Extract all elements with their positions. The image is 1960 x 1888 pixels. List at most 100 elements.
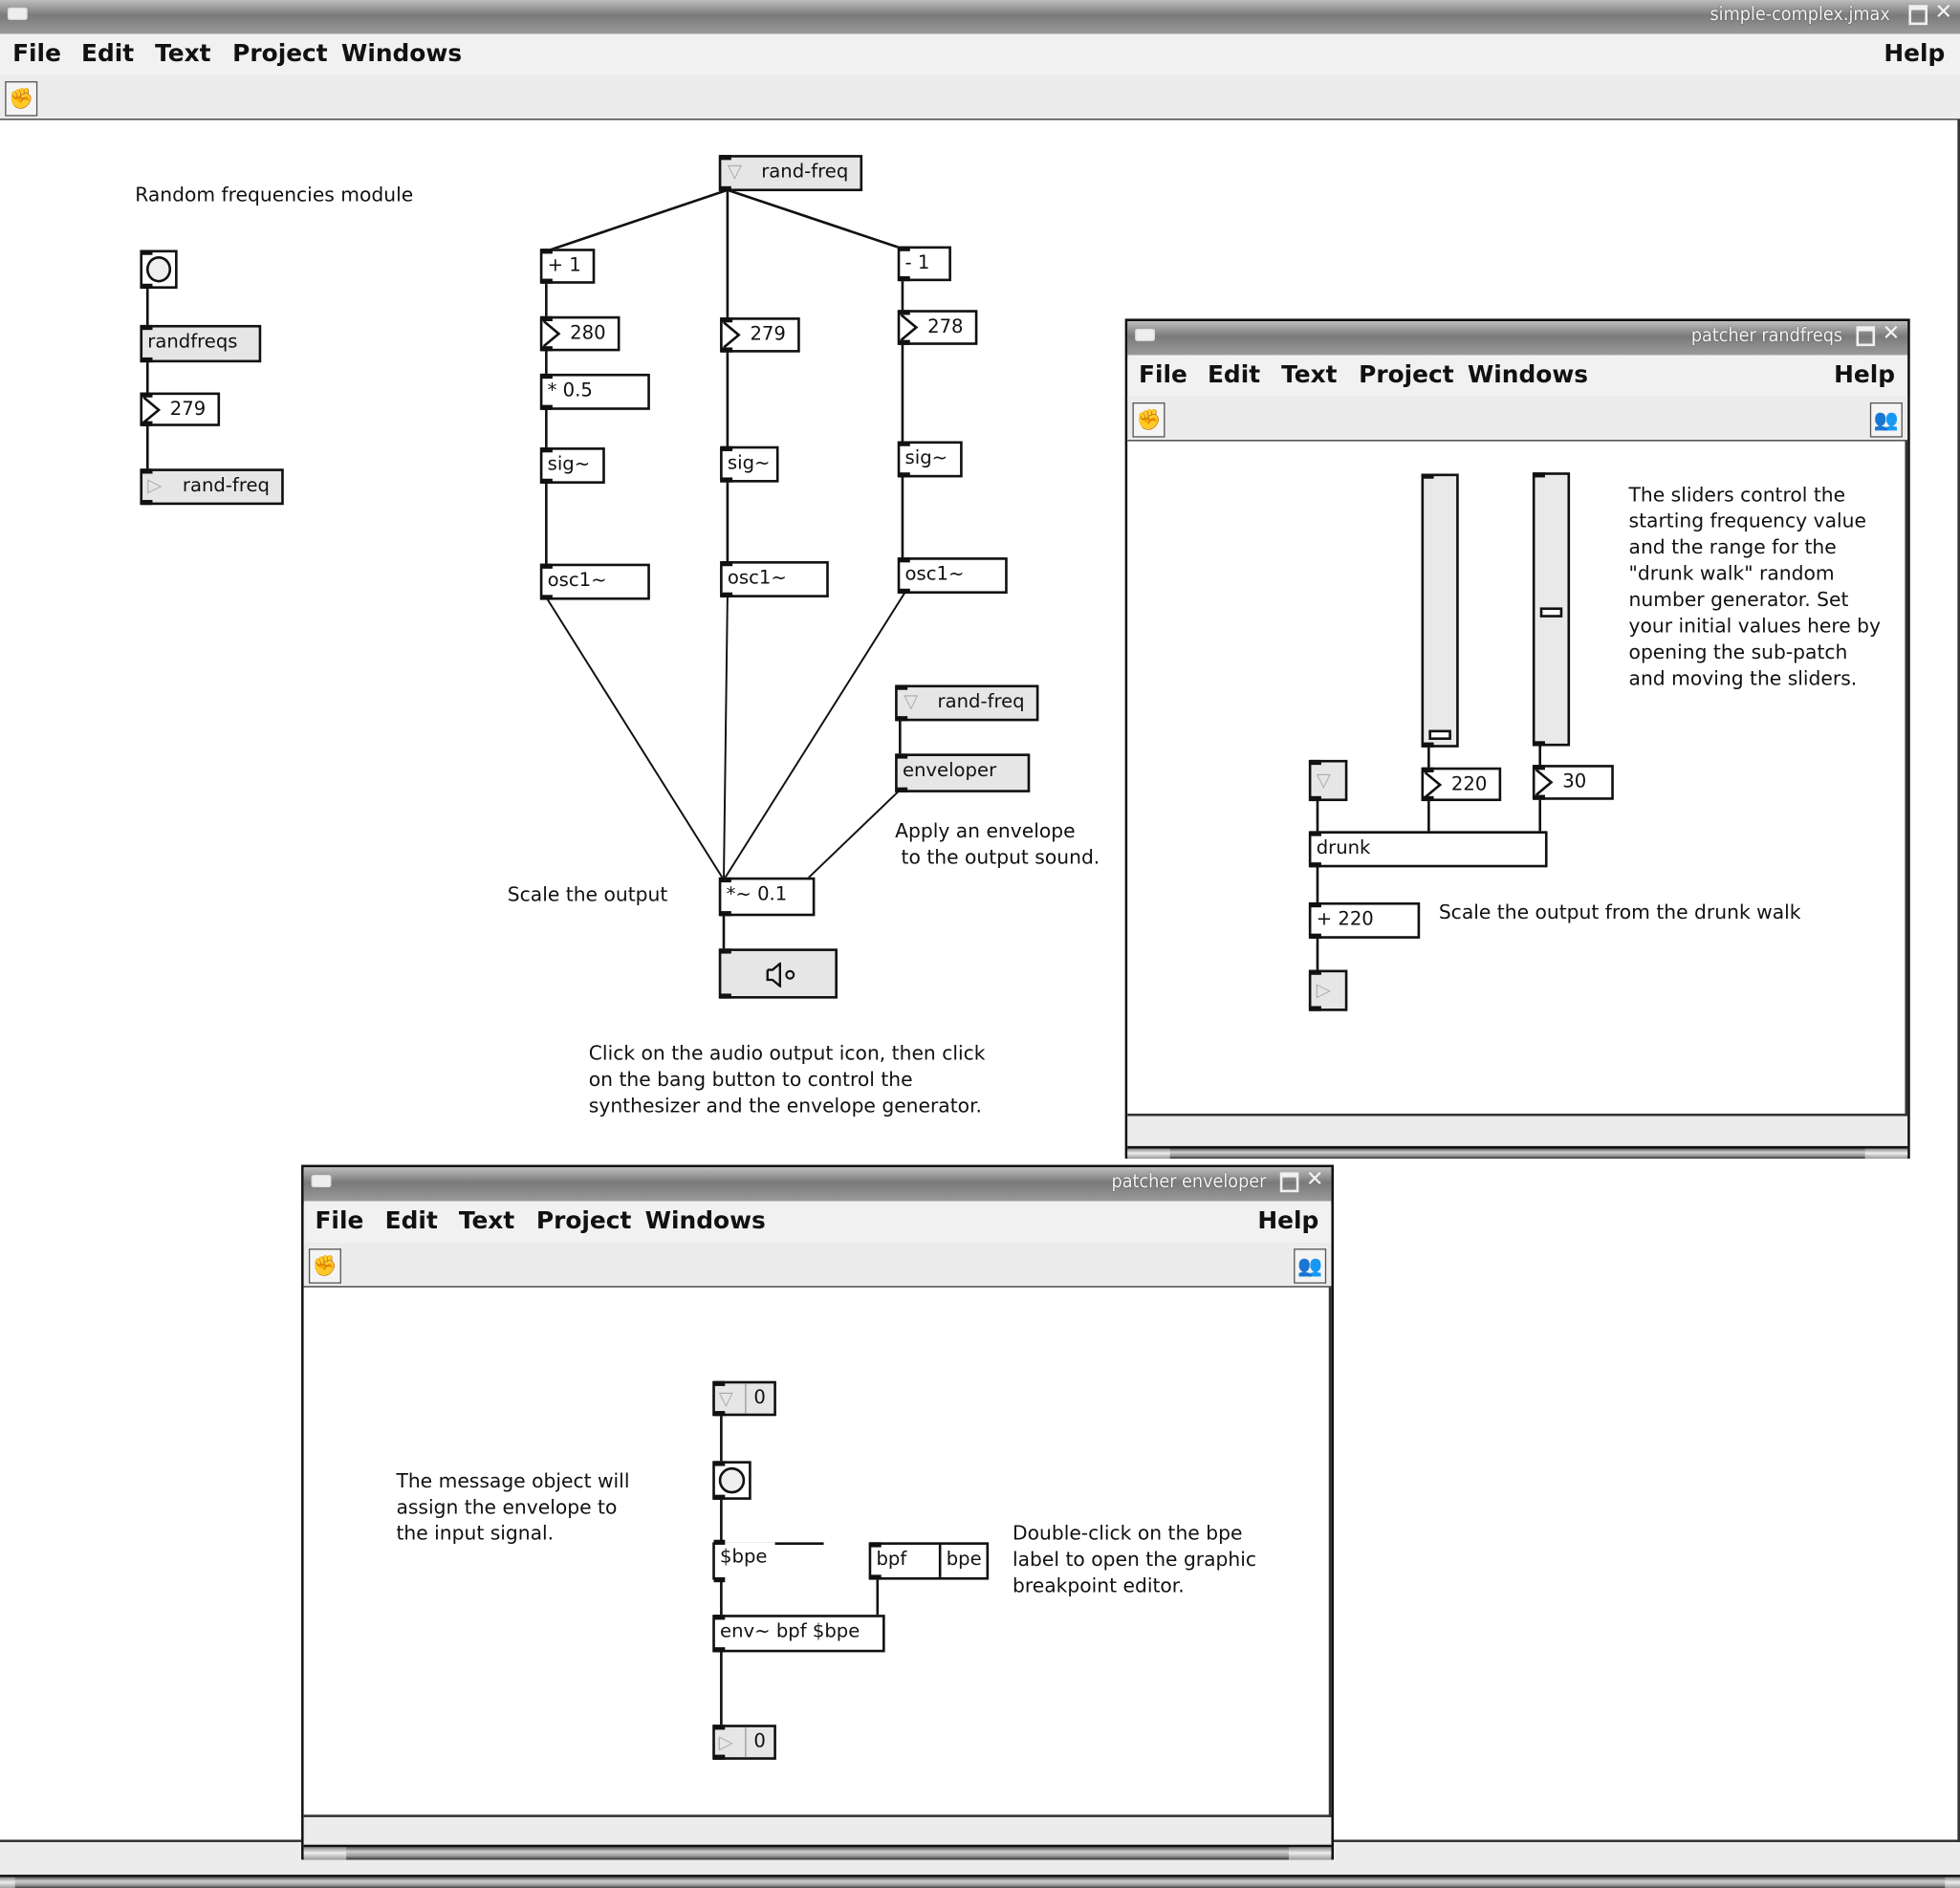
close-icon[interactable]: ✕ [1883, 321, 1901, 346]
outlet-port[interactable] [899, 588, 910, 595]
window-menu-icon[interactable] [7, 7, 28, 20]
menu-edit[interactable]: Edit [81, 40, 134, 68]
inlet-port[interactable] [720, 877, 731, 883]
bpe-label[interactable]: bpe [938, 1544, 982, 1577]
bang-button[interactable] [140, 250, 178, 290]
inlet-port[interactable] [141, 468, 153, 474]
outlet-port[interactable] [1310, 933, 1321, 939]
scroll-right-button[interactable] [1288, 1847, 1332, 1860]
outlet-port[interactable] [141, 421, 153, 426]
outlet-port[interactable] [899, 472, 910, 478]
menu-text[interactable]: Text [155, 40, 210, 68]
inlet-port[interactable] [541, 563, 553, 569]
slider-range[interactable] [1532, 472, 1571, 747]
inlet-port[interactable] [713, 1725, 726, 1730]
enveloper-title-bar[interactable]: patcher enveloper ✕ [303, 1167, 1332, 1205]
inlet-port[interactable] [869, 1542, 882, 1548]
object-sig-3[interactable]: sig~ [897, 441, 963, 478]
scroll-right-button[interactable] [1945, 1877, 1960, 1888]
outlet-port[interactable] [713, 1576, 726, 1583]
menu-text[interactable]: Text [459, 1207, 514, 1235]
inlet-port[interactable] [899, 310, 910, 315]
number-box-280[interactable]: 280 [539, 315, 621, 352]
object-osc-2[interactable]: osc1~ [720, 561, 829, 597]
inlet-port[interactable] [541, 373, 553, 380]
maximize-icon[interactable] [1908, 5, 1928, 26]
outlet-port[interactable] [541, 478, 553, 484]
slider-knob[interactable] [1539, 606, 1563, 618]
users-icon[interactable]: 👥 [1869, 401, 1903, 438]
inlet-port[interactable] [1310, 969, 1321, 975]
menu-file[interactable]: File [1139, 361, 1187, 389]
object-plus-one[interactable]: + 1 [539, 249, 596, 284]
main-title-bar[interactable]: simple-complex.jmax ✕ [0, 0, 1960, 38]
outlet-port[interactable] [896, 787, 908, 792]
hand-icon[interactable]: ✊ [5, 80, 38, 117]
outlet-port[interactable] [720, 993, 731, 999]
receive-rand-freq-env[interactable]: ▽ rand-freq [895, 684, 1039, 722]
slider-start-frequency[interactable] [1421, 473, 1459, 748]
bpf-object[interactable]: bpf bpe [868, 1542, 990, 1580]
menu-edit[interactable]: Edit [385, 1207, 438, 1235]
number-box-30[interactable]: 30 [1532, 765, 1614, 800]
inlet-port[interactable] [1534, 765, 1545, 770]
menu-help[interactable]: Help [1257, 1207, 1318, 1235]
outlet-port[interactable] [1310, 1006, 1321, 1011]
outlet-port[interactable] [899, 339, 910, 345]
inlet-port[interactable] [1310, 759, 1321, 766]
menu-project[interactable]: Project [1359, 361, 1453, 389]
outlet-port[interactable] [713, 1647, 726, 1653]
menu-file[interactable]: File [12, 40, 61, 68]
outlet-port[interactable] [1310, 862, 1321, 868]
inlet-port[interactable] [541, 447, 553, 453]
object-drunk[interactable]: drunk [1308, 831, 1548, 868]
bang-button[interactable] [712, 1461, 751, 1500]
outlet-port[interactable] [713, 1754, 726, 1760]
object-osc-3[interactable]: osc1~ [897, 557, 1008, 595]
object-env[interactable]: env~ bpf $bpe [712, 1615, 885, 1653]
inlet-port[interactable] [1422, 473, 1434, 479]
outlet-port[interactable] [896, 716, 908, 722]
outlet-port[interactable] [1422, 742, 1434, 748]
send-rand-freq[interactable]: ▷ rand-freq [140, 468, 284, 506]
outlet-port[interactable] [141, 283, 153, 290]
outlet-port[interactable] [1310, 795, 1321, 802]
outlet-port[interactable] [541, 595, 553, 600]
outlet[interactable]: ▷ [1308, 969, 1348, 1011]
menu-windows[interactable]: Windows [1468, 361, 1588, 389]
scroll-right-button[interactable] [1864, 1148, 1908, 1159]
scroll-left-button[interactable] [0, 1877, 15, 1888]
maximize-icon[interactable] [1856, 326, 1876, 347]
inlet-port[interactable] [1534, 472, 1545, 478]
inlet-port[interactable] [713, 1615, 726, 1620]
number-box-278[interactable]: 278 [897, 310, 978, 345]
inlet-port[interactable] [1310, 901, 1321, 908]
inlet-port[interactable] [713, 1380, 726, 1386]
maximize-icon[interactable] [1279, 1172, 1299, 1193]
inlet-port[interactable] [1310, 831, 1321, 836]
inlet-port[interactable] [720, 155, 731, 161]
receive-rand-freq-top[interactable]: ▽ rand-freq [718, 155, 863, 192]
inlet-port[interactable] [721, 445, 733, 451]
menu-help[interactable]: Help [1834, 361, 1895, 389]
inlet-port[interactable] [721, 561, 733, 567]
outlet-port[interactable] [1534, 741, 1545, 747]
window-menu-icon[interactable] [311, 1174, 332, 1188]
menu-file[interactable]: File [315, 1207, 363, 1235]
menu-windows[interactable]: Windows [341, 40, 462, 68]
object-mult-signal[interactable]: *~ 0.1 [718, 877, 816, 917]
menu-edit[interactable]: Edit [1208, 361, 1260, 389]
inlet-port[interactable] [896, 684, 908, 690]
inlet-port[interactable] [899, 441, 910, 446]
object-sig-1[interactable]: sig~ [539, 447, 605, 484]
close-icon[interactable]: ✕ [1306, 1167, 1324, 1192]
object-sig-2[interactable]: sig~ [720, 445, 779, 483]
scroll-left-button[interactable] [1127, 1148, 1170, 1159]
inlet-port[interactable] [896, 753, 908, 759]
inlet-port[interactable] [541, 249, 553, 254]
outlet-port[interactable] [1422, 795, 1434, 802]
inlet[interactable]: ▽ [1308, 759, 1348, 802]
hand-icon[interactable]: ✊ [1132, 401, 1165, 438]
inlet-port[interactable] [720, 948, 731, 954]
outlet-port[interactable] [141, 357, 153, 363]
